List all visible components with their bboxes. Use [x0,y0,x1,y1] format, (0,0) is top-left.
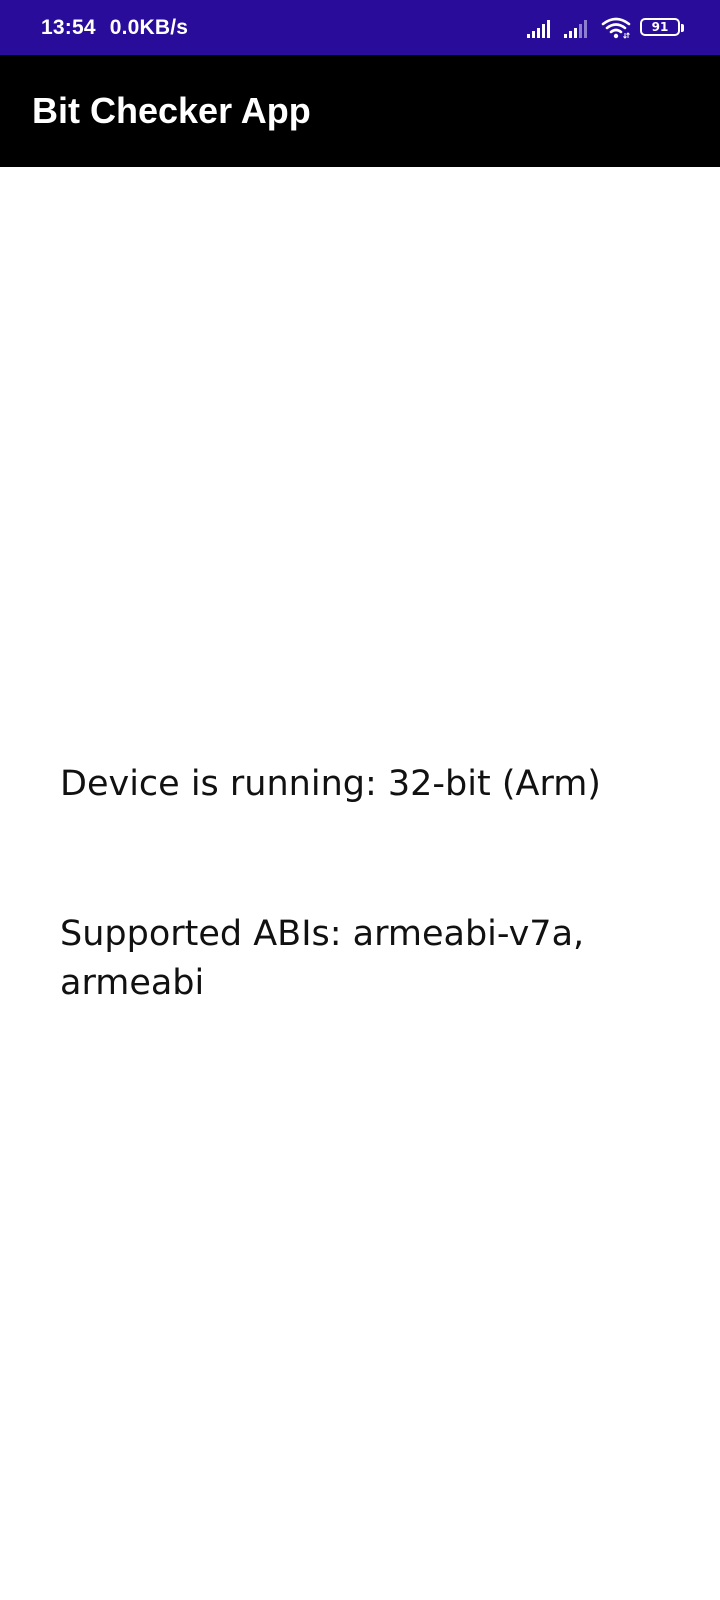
network-speed: 0.0KB/s [109,15,189,39]
status-icons: 91 [518,0,684,55]
signal-icon [527,18,555,38]
status-bar: 13:54 0.0KB/s 91 [0,0,720,55]
app-title: Bit Checker App [32,90,311,131]
status-left: 13:54 0.0KB/s [41,0,188,55]
supported-abis-text: Supported ABIs: armeabi-v7a, armeabi [60,914,585,1003]
wifi-icon [601,17,631,39]
status-time: 13:54 [41,15,96,39]
battery-icon: 91 [640,17,684,38]
signal-icon [564,18,592,38]
battery-level: 91 [651,19,669,34]
device-running-text: Device is running: 32-bit (Arm) [60,764,601,804]
main-content: Device is running: 32-bit (Arm) Supporte… [0,167,720,1600]
app-bar: Bit Checker App [0,55,720,167]
